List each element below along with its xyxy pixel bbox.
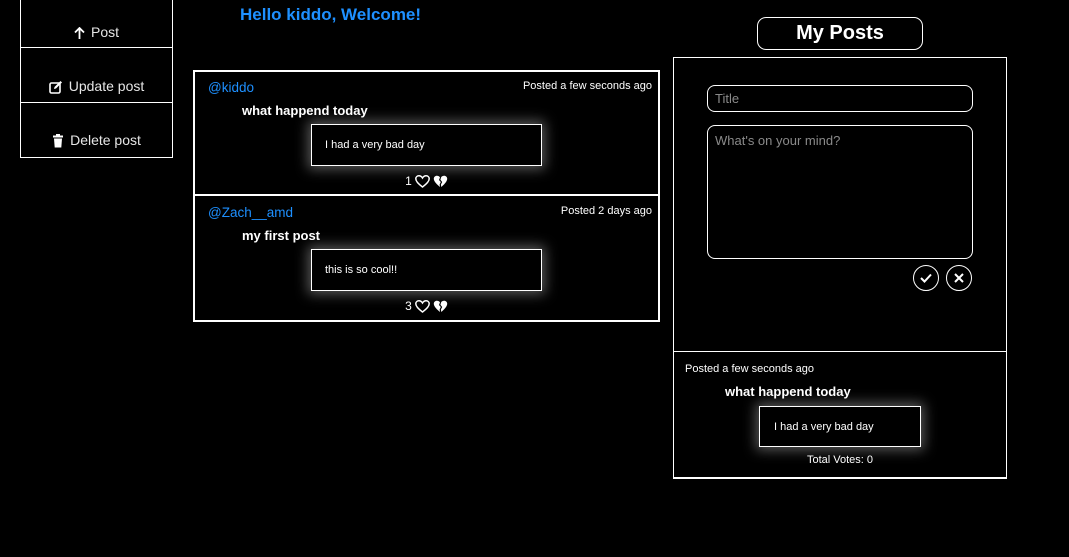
post-button-label: Post: [90, 24, 119, 40]
trash-icon: [52, 134, 64, 148]
post-title: what happend today: [725, 384, 851, 399]
my-posts-panel: Posted a few seconds ago what happend to…: [673, 57, 1007, 479]
my-post-item: Posted a few seconds ago what happend to…: [674, 351, 1006, 478]
post-title: what happend today: [242, 103, 368, 118]
heart-icon[interactable]: [414, 299, 430, 313]
vote-count: 1: [405, 174, 412, 188]
post-button[interactable]: Post: [21, 0, 172, 48]
feed: @kiddo Posted a few seconds ago what hap…: [193, 70, 660, 322]
update-post-button-label: Update post: [68, 78, 145, 94]
post-body: I had a very bad day: [759, 406, 921, 447]
edit-icon: [48, 80, 63, 94]
post-author-link[interactable]: @kiddo: [208, 80, 254, 95]
post-timestamp: Posted a few seconds ago: [522, 80, 652, 92]
feed-post: @Zach__amd Posted 2 days ago my first po…: [195, 197, 658, 320]
post-votes: 3: [195, 299, 658, 313]
post-author-link[interactable]: @Zach__amd: [208, 205, 293, 220]
delete-post-button[interactable]: Delete post: [21, 104, 172, 157]
post-body: this is so cool!!: [311, 249, 542, 291]
broken-heart-icon[interactable]: [433, 175, 448, 188]
total-votes: Total Votes: 0: [806, 454, 874, 466]
close-icon: [954, 273, 964, 283]
check-icon: [920, 273, 932, 283]
my-posts-heading: My Posts: [757, 17, 923, 50]
post-title: my first post: [242, 228, 321, 243]
post-votes: 1: [195, 174, 658, 188]
cancel-button[interactable]: [946, 265, 972, 291]
post-timestamp: Posted a few seconds ago: [685, 363, 815, 375]
heart-icon[interactable]: [414, 174, 430, 188]
delete-post-button-label: Delete post: [70, 132, 141, 148]
title-input[interactable]: [707, 85, 973, 112]
welcome-heading: Hello kiddo, Welcome!: [240, 5, 422, 24]
update-post-button[interactable]: Update post: [21, 49, 172, 103]
post-body: I had a very bad day: [311, 124, 542, 166]
arrow-up-icon: [74, 27, 85, 40]
feed-post: @kiddo Posted a few seconds ago what hap…: [195, 72, 658, 196]
submit-button[interactable]: [913, 265, 939, 291]
vote-count: 3: [405, 299, 412, 313]
sidebar: Post Update post Delete post: [20, 0, 173, 158]
post-timestamp: Posted 2 days ago: [560, 205, 652, 217]
post-body-input[interactable]: [707, 125, 973, 259]
broken-heart-icon[interactable]: [433, 300, 448, 313]
